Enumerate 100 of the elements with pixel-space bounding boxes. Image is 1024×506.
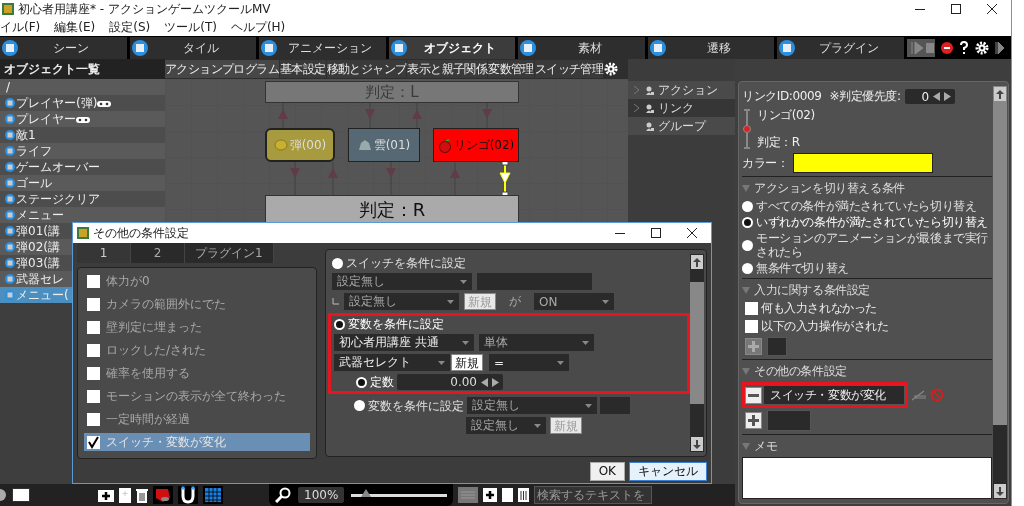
checkbox-option[interactable]: 一定時間が経過 (84, 410, 310, 428)
scroll-down-icon[interactable] (693, 439, 701, 449)
editor-tab[interactable]: 基本設定 (280, 60, 326, 78)
frame-icon[interactable] (12, 488, 30, 502)
page-icon[interactable] (502, 488, 514, 502)
play-icon[interactable] (995, 41, 1006, 55)
radio-option[interactable]: いずれかの条件が満たされていたら切り替え (742, 215, 992, 229)
dropdown[interactable]: ON (534, 293, 614, 310)
editor-tab[interactable]: 変数管理 (488, 60, 534, 78)
checkbox-option[interactable]: 確率を使用する (84, 364, 310, 382)
remove-button[interactable] (745, 386, 762, 404)
object-icon (5, 114, 15, 124)
radio-option[interactable]: モーションのアニメーションが最後まで実行されたら (742, 231, 992, 259)
play-icon[interactable] (907, 39, 936, 57)
scrollbar[interactable] (993, 86, 1007, 499)
dropdown[interactable]: 設定無し (466, 417, 546, 434)
menu-item[interactable]: 設定(S) (109, 18, 151, 36)
menu-item[interactable]: イル(F) (0, 18, 41, 36)
radio-option[interactable]: スイッチを条件に設定 (332, 256, 686, 270)
magnet-icon[interactable] (178, 486, 198, 504)
scrollbar[interactable] (690, 254, 704, 452)
input-slot[interactable] (767, 337, 787, 356)
toolbar-tab[interactable]: 素材 (518, 37, 645, 59)
trash-icon[interactable] (518, 488, 530, 502)
radio-option[interactable]: 変数を条件に設定 (334, 317, 684, 331)
priority-field[interactable]: 0 (904, 89, 955, 104)
scroll-down-icon[interactable] (996, 486, 1004, 496)
trash-icon[interactable] (136, 487, 148, 503)
add-page-icon[interactable] (119, 487, 131, 503)
palette-item[interactable]: グループ (628, 117, 735, 135)
new-button[interactable]: 新規 (451, 354, 483, 371)
action-node[interactable]: 雲(01) (348, 128, 420, 162)
radio-option[interactable]: 無条件で切り替え (742, 261, 992, 275)
stepper-arrows-icon[interactable] (931, 92, 952, 101)
scroll-up-icon[interactable] (996, 89, 1004, 99)
editor-tab[interactable]: アクションプログラム (165, 60, 279, 78)
add-button[interactable] (745, 412, 762, 429)
eraser-icon[interactable] (153, 486, 173, 504)
toolbar-tab[interactable]: タイル (129, 37, 257, 59)
dropdown[interactable]: 設定無し (467, 397, 597, 414)
close-icon[interactable] (687, 228, 697, 238)
dropdown[interactable]: 武器セレクト (334, 354, 450, 371)
checkbox-option[interactable]: 以下の入力操作がされた (745, 319, 992, 333)
checkbox-option[interactable]: モーションの表示が全て終わった (84, 387, 310, 405)
tree-item[interactable]: 弾01(講 (5, 224, 60, 238)
variable-name-field[interactable] (600, 397, 630, 414)
scroll-up-icon[interactable] (693, 257, 701, 267)
stepper-arrows-icon[interactable] (480, 377, 500, 387)
list-icon[interactable] (458, 487, 479, 503)
tab-icon (261, 40, 278, 56)
ok-button[interactable]: OK (589, 461, 625, 481)
dropdown[interactable]: 初心者用講座 共通 (334, 334, 474, 351)
chevron-icon (634, 104, 639, 112)
tree-item[interactable]: / (6, 80, 11, 94)
dropdown[interactable]: = (489, 354, 569, 371)
maximize-icon[interactable] (951, 4, 961, 14)
toolbar-tab[interactable]: アニメーション (259, 37, 386, 59)
tree-item[interactable]: 武器セレ (5, 272, 64, 286)
help-icon[interactable] (959, 41, 970, 55)
palette-item[interactable]: アクション (628, 81, 735, 99)
checkbox-option[interactable]: 何も入力されなかった (745, 301, 992, 315)
toolbar-tab[interactable]: プラグイン (777, 37, 905, 59)
tree-item[interactable]: 敵1 (5, 128, 36, 142)
editor-tab[interactable]: 移動とジャンプ (326, 60, 407, 78)
dropdown[interactable]: 設定無し (332, 273, 472, 290)
toolbar-tab[interactable]: 遷移 (647, 37, 775, 59)
cancel-button[interactable]: キャンセル (629, 461, 707, 481)
constant-field[interactable]: 0.00 (397, 374, 503, 390)
dropdown[interactable]: 設定無し (344, 293, 459, 310)
switch-name-field[interactable] (477, 273, 592, 290)
radio-option[interactable]: 定数 (356, 375, 394, 389)
search-field[interactable]: 検索するテキストを (534, 486, 653, 504)
search-icon[interactable] (275, 487, 291, 503)
menu-item[interactable]: 編集(E) (54, 18, 96, 36)
menu-item[interactable]: ツール(T) (164, 18, 217, 36)
dropdown[interactable]: 単体 (479, 334, 594, 351)
checkbox-option[interactable]: 体力が0 (84, 272, 310, 290)
editor-tab[interactable]: スイッチ管理 (534, 60, 604, 78)
toolbar-tab[interactable]: シーン (0, 37, 127, 59)
add-folder-icon[interactable] (98, 488, 114, 502)
judge-node[interactable]: 判定：R (265, 195, 519, 223)
checkbox-option[interactable]: ロックした/された (84, 341, 310, 359)
color-swatch[interactable] (793, 153, 934, 173)
condition-field[interactable]: スイッチ・変数が変化 (763, 385, 905, 405)
action-node[interactable]: リンゴ(02) (433, 128, 519, 162)
checkbox-option[interactable]: 壁判定に埋まった (84, 318, 310, 336)
grid-icon[interactable] (203, 486, 223, 504)
toolbar-tab[interactable]: オブジェクト (388, 37, 516, 59)
editor-tab[interactable]: 表示と親子関係 (407, 60, 488, 78)
palette-item[interactable]: リンク (628, 99, 735, 117)
radio-option[interactable]: 変数を条件に設定 (354, 398, 464, 413)
memo-field[interactable] (742, 457, 992, 499)
dialog-tab[interactable]: 1 (77, 243, 131, 263)
zoom-field[interactable]: 100% (298, 487, 345, 503)
add-icon[interactable] (483, 488, 498, 502)
menu-item[interactable]: ヘルプ(H) (230, 18, 286, 36)
close-icon[interactable] (987, 4, 997, 14)
checkbox-option[interactable]: カメラの範囲外にでた (84, 295, 310, 313)
radio-option[interactable]: すべての条件が満たされていたら切り替え (742, 199, 992, 213)
maximize-icon[interactable] (651, 228, 661, 238)
